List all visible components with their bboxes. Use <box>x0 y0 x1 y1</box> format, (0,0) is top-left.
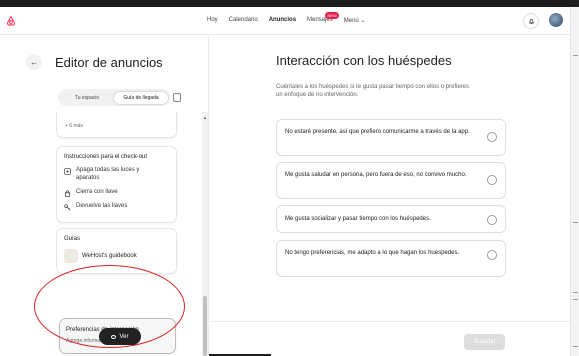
footer-divider <box>210 321 570 322</box>
option-label: No estaré presente, así que prefiero com… <box>285 129 470 135</box>
card-previous-section[interactable]: + 6 más <box>56 112 177 138</box>
nav-anuncios[interactable]: Anuncios <box>269 17 296 24</box>
browser-top-bar <box>0 0 579 7</box>
sidebar-scrollbar[interactable]: ▲ <box>202 112 208 356</box>
strip-tick <box>573 222 578 223</box>
bell-icon <box>528 18 534 24</box>
radio-button[interactable] <box>487 215 497 225</box>
card-title: Guías <box>64 236 81 242</box>
guidebook-thumbnail <box>64 249 78 263</box>
checklist-item: Devuelve las llaves <box>64 203 127 211</box>
page-title: Editor de anuncios <box>55 55 163 70</box>
save-button[interactable]: Guardar <box>464 334 505 350</box>
card-title: Instrucciones para el check-out <box>64 154 148 160</box>
nav-calendario[interactable]: Calendario <box>229 17 258 24</box>
back-button[interactable]: ← <box>26 54 42 70</box>
strip-tick <box>573 292 578 293</box>
tab-guia-de-llegada[interactable]: Guía de llegada <box>114 91 168 104</box>
app-header: Hoy Calendario Anuncios Mensajes NEW Men… <box>0 7 570 35</box>
tab-overflow-icon[interactable] <box>173 93 181 102</box>
section-subtitle: Cuéntales a los huéspedes si te gusta pa… <box>276 84 470 98</box>
scroll-up-icon[interactable]: ▲ <box>202 115 208 120</box>
option-card[interactable]: No estaré presente, así que prefiero com… <box>276 119 506 156</box>
nav-hoy[interactable]: Hoy <box>207 17 218 24</box>
guidebook-name: WeHost's guidebook <box>82 253 137 259</box>
notifications-button[interactable] <box>523 13 539 29</box>
strip-tick <box>573 55 578 56</box>
option-card[interactable]: Me gusta saludar en persona, pero fuera … <box>276 162 506 199</box>
avatar[interactable] <box>549 13 563 27</box>
checklist-item: Cierra con llave <box>64 189 118 197</box>
radio-button[interactable] <box>487 175 497 185</box>
main-nav: Hoy Calendario Anuncios Mensajes NEW Men… <box>207 12 366 24</box>
lock-icon <box>65 190 70 197</box>
card-checkout-instructions[interactable]: Instrucciones para el check-out Apaga to… <box>56 146 177 223</box>
option-label: No tengo preferencias, me adapto a lo qu… <box>285 250 460 256</box>
lightbulb-icon <box>64 168 71 175</box>
more-items-link: + 6 más <box>65 123 83 129</box>
nav-mensajes[interactable]: Mensajes NEW <box>307 12 339 24</box>
new-badge: NEW <box>325 12 339 19</box>
eye-icon <box>111 334 117 339</box>
option-card[interactable]: Me gusta socializar y pasar tiempo con l… <box>276 205 506 233</box>
checklist-item-label: Devuelve las llaves <box>76 203 128 209</box>
option-card[interactable]: No tengo preferencias, me adapto a lo qu… <box>276 240 506 277</box>
strip-tick <box>573 346 578 347</box>
main-panel: Interacción con los huéspedes Cuéntales … <box>210 36 570 356</box>
editor-tabs: Tu espacio Guía de llegada <box>58 89 170 106</box>
checklist-item: Apaga todas las luces y aparatos <box>64 167 161 182</box>
option-label: Me gusta socializar y pasar tiempo con l… <box>285 216 431 222</box>
option-label: Me gusta saludar en persona, pero fuera … <box>285 172 467 178</box>
arrow-left-icon: ← <box>30 57 38 67</box>
view-button-label: Ver <box>119 333 129 340</box>
checklist-item-label: Cierra con llave <box>76 189 118 195</box>
section-title: Interacción con los huéspedes <box>276 53 452 68</box>
keys-icon <box>64 204 71 211</box>
window-edge-strip <box>570 7 579 356</box>
nav-menu[interactable]: Menú ⌄ <box>344 17 366 24</box>
radio-button[interactable] <box>487 250 497 260</box>
scrollbar-thumb[interactable] <box>203 296 207 356</box>
airbnb-logo-icon[interactable] <box>5 15 17 27</box>
checklist-item-label: Apaga todas las luces y aparatos <box>76 167 140 181</box>
view-button[interactable]: Ver <box>99 328 141 345</box>
guidebook-item: WeHost's guidebook <box>64 249 137 263</box>
tab-tu-espacio[interactable]: Tu espacio <box>60 92 114 104</box>
radio-button[interactable] <box>487 132 497 142</box>
strip-tick <box>573 299 578 300</box>
